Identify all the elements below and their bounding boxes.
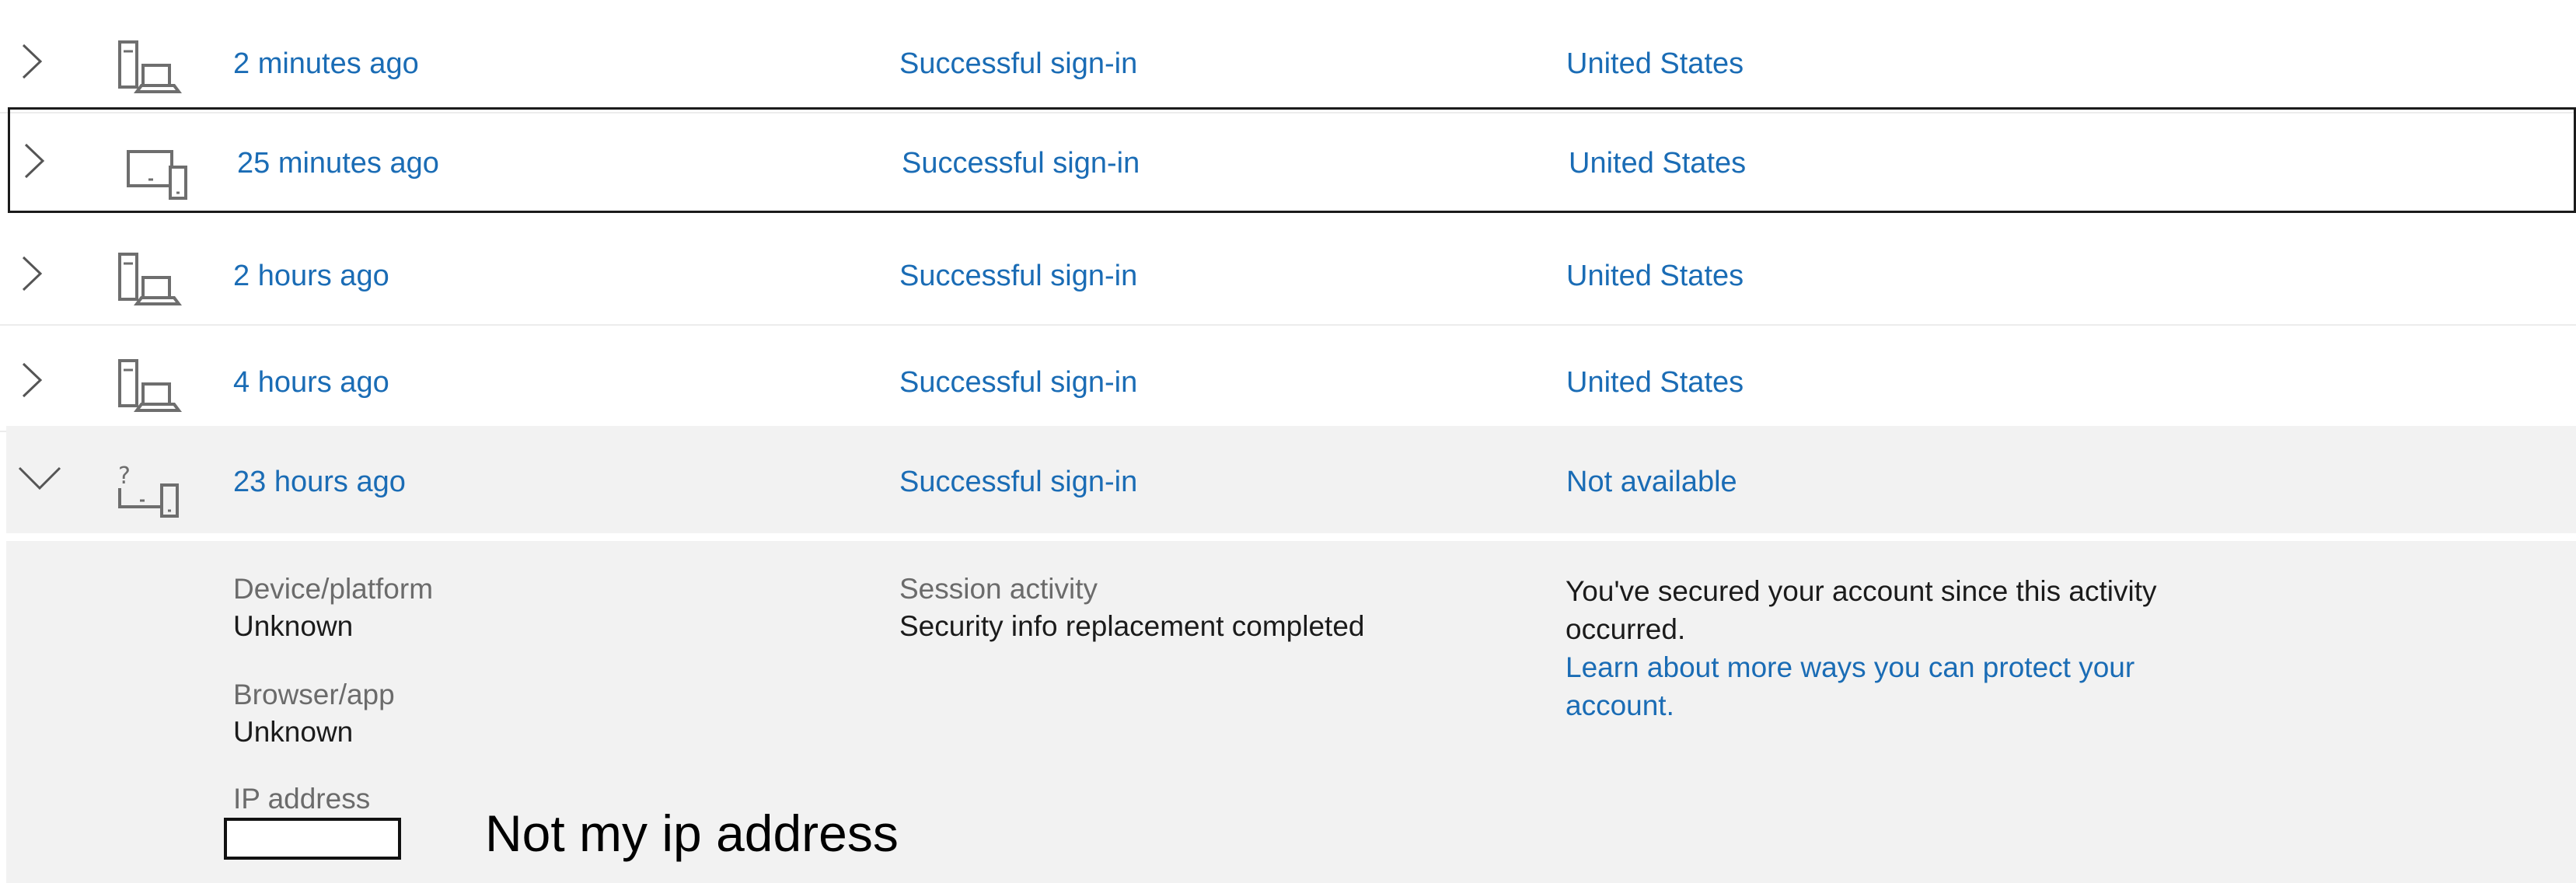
activity-location-link[interactable]: United States — [1569, 146, 1746, 180]
activity-status-link[interactable]: Successful sign-in — [902, 146, 1140, 180]
desktop-laptop-icon — [118, 359, 182, 412]
desktop-laptop-icon — [118, 40, 182, 93]
activity-status-link[interactable]: Successful sign-in — [899, 465, 1137, 499]
activity-row-expanded[interactable]: ? 23 hours ago Successful sign-in Not av… — [6, 426, 2576, 533]
session-activity-value: Security info replacement completed — [899, 610, 1365, 642]
browser-app-label: Browser/app — [233, 679, 395, 710]
activity-status-link[interactable]: Successful sign-in — [899, 365, 1137, 400]
device-platform-label: Device/platform — [233, 573, 434, 605]
chevron-right-icon[interactable] — [17, 362, 48, 398]
session-activity-label: Session activity — [899, 573, 1098, 605]
activity-row-selected[interactable]: 25 minutes ago Successful sign-in United… — [8, 107, 2576, 213]
device-platform-value: Unknown — [233, 610, 354, 642]
chevron-right-icon[interactable] — [17, 256, 48, 291]
activity-time-link[interactable]: 4 hours ago — [233, 365, 389, 400]
activity-location-link[interactable]: United States — [1566, 365, 1744, 400]
activity-location-link[interactable]: Not available — [1566, 465, 1737, 499]
activity-time-link[interactable]: 2 minutes ago — [233, 47, 419, 81]
ip-address-label: IP address — [233, 783, 371, 815]
activity-location-link[interactable]: United States — [1566, 47, 1744, 81]
chevron-down-icon[interactable] — [17, 463, 62, 494]
activity-status-link[interactable]: Successful sign-in — [899, 259, 1137, 293]
activity-time-link[interactable]: 25 minutes ago — [237, 146, 439, 180]
activity-row[interactable]: 2 hours ago Successful sign-in United St… — [0, 220, 2576, 326]
activity-row[interactable]: 4 hours ago Successful sign-in United St… — [0, 326, 2576, 432]
browser-app-value: Unknown — [233, 716, 354, 748]
annotation-text: Not my ip address — [485, 804, 899, 862]
activity-location-link[interactable]: United States — [1566, 259, 1744, 293]
desktop-laptop-icon — [118, 253, 182, 305]
activity-details-panel: Device/platform Unknown Browser/app Unkn… — [6, 541, 2576, 883]
recent-activity-list: 2 minutes ago Successful sign-in United … — [0, 0, 2576, 883]
activity-row[interactable]: 2 minutes ago Successful sign-in United … — [0, 8, 2576, 113]
secured-account-message: You've secured your account since this a… — [1565, 575, 2157, 645]
learn-more-link[interactable]: Learn about more ways you can protect yo… — [1565, 648, 2180, 724]
redacted-ip-box — [224, 818, 401, 860]
unknown-device-icon: ? — [118, 462, 179, 518]
svg-text:?: ? — [118, 462, 131, 490]
chevron-right-icon[interactable] — [17, 44, 48, 79]
activity-time-link[interactable]: 2 hours ago — [233, 259, 389, 293]
activity-status-link[interactable]: Successful sign-in — [899, 47, 1137, 81]
chevron-right-icon[interactable] — [19, 143, 51, 179]
tablet-phone-icon — [127, 150, 187, 200]
activity-time-link[interactable]: 23 hours ago — [233, 465, 406, 499]
